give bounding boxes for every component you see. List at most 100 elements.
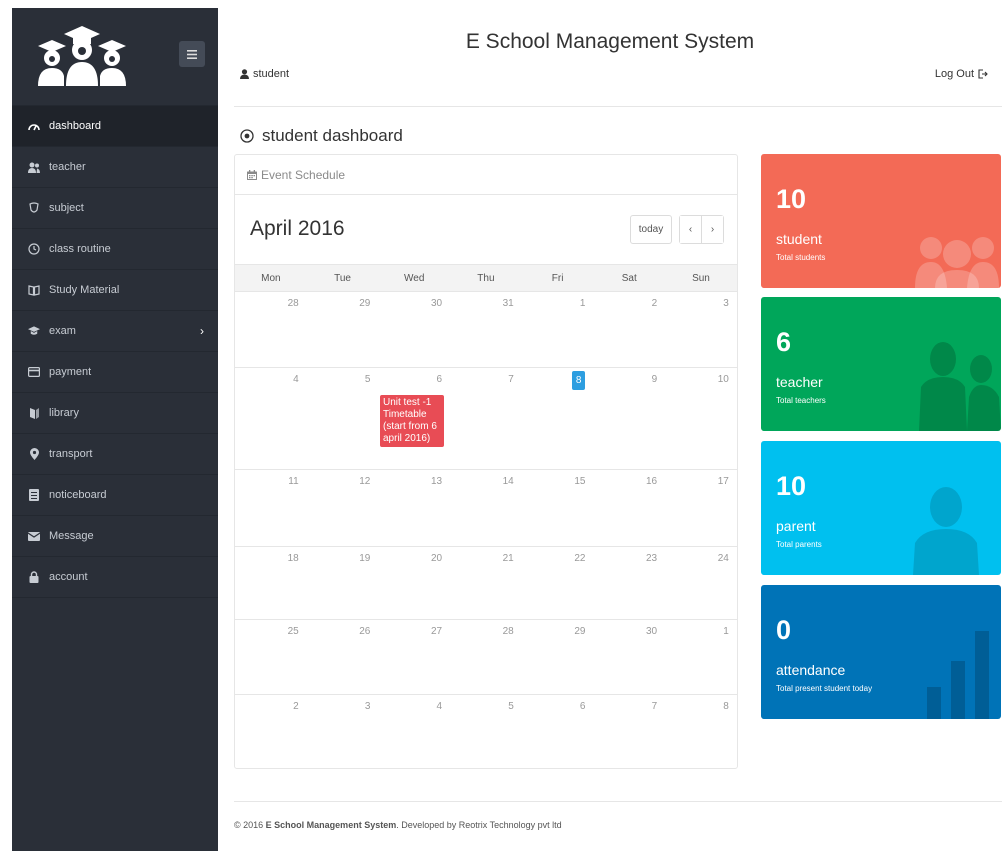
- stat-box-student[interactable]: 10 student Total students: [761, 154, 1001, 288]
- calendar-day[interactable]: 26: [307, 620, 379, 694]
- sidebar-item-dashboard[interactable]: dashboard: [12, 106, 218, 147]
- calendar-day[interactable]: 28: [450, 620, 522, 694]
- calendar-week: 11 12 13 14 15 16 17: [235, 470, 737, 547]
- page-title-text: student dashboard: [262, 126, 403, 145]
- stat-sublabel: Total teachers: [776, 396, 826, 405]
- calendar-event[interactable]: Unit test -1 Timetable (start from 6 apr…: [380, 395, 444, 447]
- envelope-icon: [28, 530, 40, 542]
- graduation-cap-icon: [28, 325, 40, 337]
- calendar-day-today[interactable]: 8: [522, 368, 594, 469]
- calendar-day[interactable]: 3: [665, 292, 737, 367]
- school-logo: [38, 26, 126, 86]
- prev-month-button[interactable]: ‹: [680, 216, 701, 243]
- sidebar-item-teacher[interactable]: teacher: [12, 147, 218, 188]
- calendar-day[interactable]: 17: [665, 470, 737, 546]
- menu-toggle-button[interactable]: [179, 41, 205, 67]
- calendar-day[interactable]: 20: [378, 547, 450, 619]
- calendar-day[interactable]: 19: [307, 547, 379, 619]
- stat-box-parent[interactable]: 10 parent Total parents: [761, 441, 1001, 575]
- calendar-day[interactable]: 27: [378, 620, 450, 694]
- stat-label: attendance: [776, 662, 846, 678]
- calendar-day[interactable]: 29: [522, 620, 594, 694]
- calendar-day[interactable]: 14: [450, 470, 522, 546]
- calendar-day[interactable]: 29: [307, 292, 379, 367]
- event-line: april 2016): [383, 433, 431, 444]
- chevron-right-icon: ›: [200, 324, 204, 338]
- calendar-day[interactable]: 4: [378, 695, 450, 770]
- group-icon: [915, 237, 999, 288]
- calendar-day[interactable]: 13: [378, 470, 450, 546]
- panel-header: Event Schedule: [235, 155, 737, 195]
- sidebar-item-exam[interactable]: exam ›: [12, 311, 218, 352]
- sidebar-item-label: Study Material: [49, 284, 120, 296]
- sidebar-item-noticeboard[interactable]: noticeboard: [12, 475, 218, 516]
- weekday-label: Mon: [261, 273, 281, 284]
- sidebar-item-message[interactable]: Message: [12, 516, 218, 557]
- sidebar-item-account[interactable]: account: [12, 557, 218, 598]
- calendar-day[interactable]: 5: [307, 368, 379, 469]
- app-title: E School Management System: [465, 30, 755, 53]
- calendar-day[interactable]: 7: [593, 695, 665, 770]
- lock-icon: [28, 571, 40, 583]
- sidebar-item-transport[interactable]: transport: [12, 434, 218, 475]
- calendar-day[interactable]: 22: [522, 547, 594, 619]
- calendar-week: 2 3 4 5 6 7 8: [235, 695, 737, 770]
- sidebar-item-label: noticeboard: [49, 489, 107, 501]
- footer-copyright: © 2016: [234, 820, 264, 830]
- calendar-day[interactable]: 6: [522, 695, 594, 770]
- user-menu-link[interactable]: student: [240, 68, 289, 80]
- sidebar-item-payment[interactable]: payment: [12, 352, 218, 393]
- calendar-day[interactable]: 2: [235, 695, 307, 770]
- calendar-day[interactable]: 9: [593, 368, 665, 469]
- calendar-day[interactable]: 15: [522, 470, 594, 546]
- next-month-button[interactable]: ›: [701, 216, 723, 243]
- calendar-week: 4 5 6 7 8 9 10 Unit test -1 Timetable (s…: [235, 368, 737, 470]
- calendar-day[interactable]: 1: [522, 292, 594, 367]
- clock-icon: [28, 243, 40, 255]
- footer-brand: E School Management System: [265, 820, 397, 830]
- calendar-day[interactable]: 24: [665, 547, 737, 619]
- today-button[interactable]: today: [630, 215, 672, 244]
- sidebar-item-subject[interactable]: subject: [12, 188, 218, 229]
- user-icon: [240, 69, 249, 79]
- calendar-day[interactable]: 30: [378, 292, 450, 367]
- weekday-label: Sat: [621, 273, 637, 284]
- calendar-day[interactable]: 18: [235, 547, 307, 619]
- calendar-day[interactable]: 31: [450, 292, 522, 367]
- footer: © 2016 E School Management System. Devel…: [234, 820, 562, 830]
- stat-sublabel: Total present student today: [776, 684, 873, 693]
- calendar-day[interactable]: 3: [307, 695, 379, 770]
- sidebar-item-class-routine[interactable]: class routine: [12, 229, 218, 270]
- calendar-day[interactable]: 11: [235, 470, 307, 546]
- calendar-week: 18 19 20 21 22 23 24: [235, 547, 737, 620]
- footer-company: Reotrix Technology pvt ltd: [458, 820, 562, 830]
- stat-label: parent: [776, 518, 816, 534]
- calendar-day[interactable]: 23: [593, 547, 665, 619]
- calendar-day[interactable]: 2: [593, 292, 665, 367]
- calendar-day[interactable]: 8: [665, 695, 737, 770]
- calendar-day[interactable]: 1: [665, 620, 737, 694]
- logout-link[interactable]: Log Out: [935, 68, 988, 80]
- bar-chart-icon: [927, 631, 989, 719]
- calendar-day[interactable]: 16: [593, 470, 665, 546]
- weekday-label: Tue: [334, 273, 351, 284]
- calendar-day[interactable]: 7: [450, 368, 522, 469]
- weekday-label: Fri: [551, 273, 564, 284]
- calendar-day[interactable]: 4: [235, 368, 307, 469]
- calendar-day[interactable]: 12: [307, 470, 379, 546]
- sidebar-item-label: class routine: [49, 243, 111, 255]
- calendar-day[interactable]: 25: [235, 620, 307, 694]
- event-line: Timetable: [383, 409, 427, 420]
- sidebar-item-study-material[interactable]: Study Material: [12, 270, 218, 311]
- users-icon: [28, 161, 40, 173]
- calendar-day[interactable]: 21: [450, 547, 522, 619]
- credit-card-icon: [28, 366, 40, 378]
- calendar-day[interactable]: 5: [450, 695, 522, 770]
- sidebar-item-library[interactable]: library: [12, 393, 218, 434]
- stat-sublabel: Total parents: [776, 540, 822, 549]
- stat-box-attendance[interactable]: 0 attendance Total present student today: [761, 585, 1001, 719]
- calendar-day[interactable]: 28: [235, 292, 307, 367]
- calendar-day[interactable]: 30: [593, 620, 665, 694]
- calendar-day[interactable]: 10: [665, 368, 737, 469]
- stat-box-teacher[interactable]: 6 teacher Total teachers: [761, 297, 1001, 431]
